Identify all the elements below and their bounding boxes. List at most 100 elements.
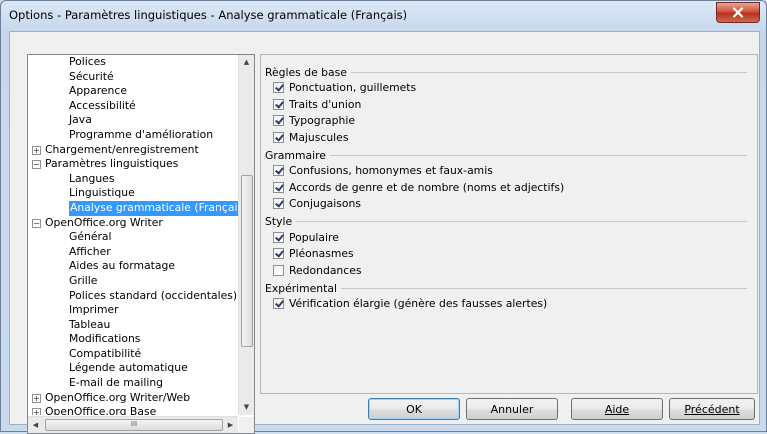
tree-item-label: Analyse grammaticale (Français) [69, 200, 238, 216]
option-checkbox-row[interactable]: Traits d'union [273, 97, 361, 112]
checkbox[interactable] [273, 248, 284, 259]
expand-icon[interactable]: + [32, 408, 41, 415]
tree-item[interactable]: Modifications [28, 332, 238, 347]
checkbox[interactable] [273, 231, 284, 243]
back-label: Précédent [684, 403, 740, 416]
tree-item-label: Imprimer [69, 303, 119, 317]
group-separator [350, 71, 747, 73]
option-label: Redondances [289, 263, 362, 277]
option-label: Pléonasmes [289, 247, 354, 260]
scroll-right-arrow-icon[interactable]: ▶ [223, 417, 238, 433]
tree-item[interactable]: Accessibilité [28, 99, 238, 114]
tree-item-label: Polices [69, 55, 106, 68]
option-label: Vérification élargie (génère des fausses… [289, 297, 548, 310]
tree-item-label: Modifications [69, 332, 141, 346]
tree-item[interactable]: Tableau [28, 318, 238, 333]
option-checkbox-row[interactable]: Redondances [273, 263, 361, 278]
tree-item-label: Chargement/enregistrement [45, 142, 199, 156]
checkbox[interactable] [273, 165, 284, 176]
tree-item[interactable]: Aides au formatage [28, 259, 238, 274]
option-checkbox-row[interactable]: Majuscules [273, 130, 348, 145]
option-checkbox-row[interactable]: Accords de genre et de nombre (noms et a… [273, 180, 564, 195]
collapse-icon[interactable]: − [32, 160, 41, 170]
tree-item-label: Légende automatique [69, 361, 188, 375]
expand-icon[interactable]: + [32, 145, 41, 155]
help-label: Aide [604, 403, 630, 416]
group-separator [296, 221, 747, 222]
tree-item-label: Sécurité [69, 69, 114, 83]
option-label: Majuscules [289, 130, 349, 144]
options-tree: Polices Sécurité Apparence Accessibilité Jav… [27, 54, 255, 434]
tree-vertical-scrollbar[interactable]: ▲ ▼ [238, 55, 254, 415]
title-bar[interactable]: Options - Paramètres linguistiques - Ana… [1, 1, 766, 29]
window-title: Options - Paramètres linguistiques - Ana… [9, 8, 408, 22]
scroll-left-arrow-icon[interactable]: ◀ [28, 417, 43, 433]
close-button[interactable] [716, 2, 760, 23]
tree-item[interactable]: Programme d'amélioration [28, 128, 238, 143]
cancel-button[interactable]: Annuler [466, 398, 558, 420]
tree-horizontal-scrollbar[interactable]: ◀ III ▶ [28, 416, 238, 433]
group-header: Grammaire [265, 148, 747, 162]
tree-item[interactable]: Compatibilité [28, 347, 238, 362]
tree-item[interactable]: Apparence [28, 84, 238, 99]
tree-item-label: E-mail de mailing [69, 376, 164, 390]
checkbox[interactable] [273, 98, 284, 110]
tree-item[interactable]: Polices standard (occidentales) [28, 289, 238, 304]
close-icon [732, 7, 744, 18]
tree-item[interactable]: + OpenOffice.org Writer/Web [28, 391, 238, 406]
scroll-thumb[interactable] [241, 175, 253, 347]
checkbox[interactable] [273, 115, 284, 126]
option-checkbox-row[interactable]: Conjugaisons [273, 196, 361, 211]
tree-item-label: Général [69, 230, 112, 244]
scroll-up-arrow-icon[interactable]: ▲ [239, 55, 254, 70]
tree-item[interactable]: Sécurité [28, 70, 238, 85]
scroll-down-arrow-icon[interactable]: ▼ [239, 400, 254, 415]
tree-item[interactable]: + OpenOffice.org Base [28, 405, 238, 415]
checkbox[interactable] [273, 264, 284, 276]
tree-item[interactable]: Polices [28, 55, 238, 70]
tree-item[interactable]: Java [28, 113, 238, 128]
option-label: Accords de genre et de nombre (noms et a… [289, 180, 565, 194]
group-header: Style [265, 215, 747, 229]
option-checkbox-row[interactable]: Typographie [273, 113, 355, 128]
option-label: Conjugaisons [289, 197, 361, 210]
checkbox[interactable] [273, 82, 284, 93]
tree-item-label: Paramètres linguistiques [45, 157, 179, 171]
tree-item[interactable]: Langues [28, 172, 238, 187]
tree-item-label: Linguistique [69, 186, 135, 200]
checkbox[interactable] [273, 198, 284, 209]
option-checkbox-row[interactable]: Vérification élargie (génère des fausses… [273, 296, 547, 311]
group-header: Expérimental [265, 281, 747, 295]
tree-item[interactable]: Grille [28, 274, 238, 289]
option-checkbox-row[interactable]: Pléonasmes [273, 246, 354, 261]
tree-item[interactable]: Afficher [28, 245, 238, 260]
collapse-icon[interactable]: − [32, 218, 41, 228]
tree-item[interactable]: Légende automatique [28, 361, 238, 376]
back-button[interactable]: Précédent [669, 398, 755, 420]
tree-item[interactable]: − OpenOffice.org Writer [28, 216, 238, 231]
tree-item[interactable]: − Paramètres linguistiques [28, 157, 238, 172]
tree-item[interactable]: E-mail de mailing [28, 376, 238, 391]
checkbox[interactable] [273, 181, 284, 193]
checkbox[interactable] [273, 298, 284, 309]
tree-item-label: Accessibilité [69, 98, 136, 112]
tree-item[interactable]: Linguistique [28, 186, 238, 201]
option-checkbox-row[interactable]: Populaire [273, 230, 339, 245]
tree-item[interactable]: Analyse grammaticale (Français) [28, 200, 238, 216]
option-checkbox-row[interactable]: Confusions, homonymes et faux-amis [273, 163, 493, 178]
hscroll-thumb[interactable]: III [45, 419, 223, 431]
ok-button[interactable]: OK [368, 398, 460, 420]
option-checkbox-row[interactable]: Ponctuation, guillemets [273, 80, 416, 95]
tree-item[interactable]: + Chargement/enregistrement [28, 143, 238, 158]
group-separator [329, 154, 747, 156]
option-label: Populaire [289, 230, 339, 244]
help-button[interactable]: Aide [571, 398, 663, 420]
group-title: Grammaire [265, 148, 326, 162]
tree-item-label: OpenOffice.org Writer/Web [45, 390, 191, 404]
tree-item[interactable]: Imprimer [28, 303, 238, 318]
tree-item-label: Aides au formatage [69, 259, 175, 273]
option-label: Traits d'union [289, 97, 362, 111]
checkbox[interactable] [273, 131, 284, 143]
expand-icon[interactable]: + [32, 393, 41, 403]
tree-item[interactable]: Général [28, 230, 238, 245]
